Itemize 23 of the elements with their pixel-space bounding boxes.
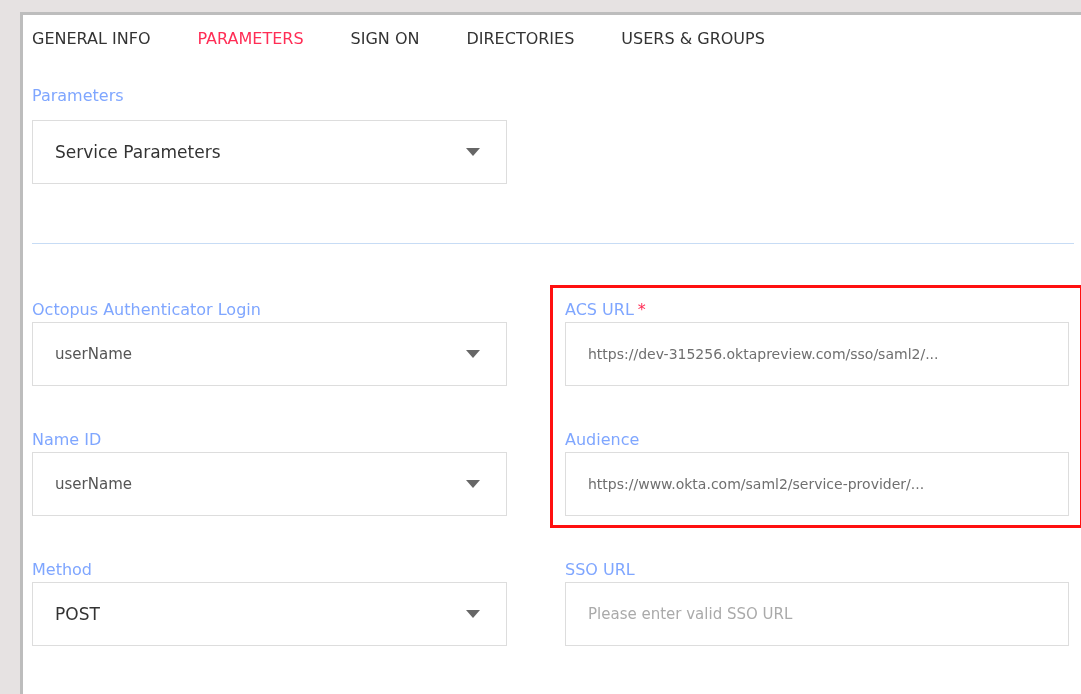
tab[interactable]: SIGN ON	[350, 25, 420, 51]
caret-icon	[466, 350, 480, 358]
tab[interactable]: PARAMETERS	[197, 25, 304, 51]
dropdown[interactable]: POST	[32, 582, 507, 646]
required-mark: *	[637, 300, 646, 321]
caret-icon	[466, 148, 480, 156]
tab[interactable]: DIRECTORIES	[466, 25, 575, 51]
caret-icon	[466, 610, 480, 618]
field-label: Parameters	[32, 86, 125, 107]
field-label: Method	[32, 560, 93, 581]
field-label: Name ID	[32, 430, 103, 451]
field-label: ACS URL	[565, 300, 634, 321]
dropdown[interactable]: userName	[32, 322, 507, 386]
field-label: Audience	[565, 430, 640, 451]
input-field[interactable]: https://www.okta.com/saml2/service-provider/...	[565, 452, 1069, 516]
tab[interactable]: GENERAL INFO	[32, 25, 151, 51]
input-field[interactable]: https://dev-315256.oktapreview.com/sso/saml2/...	[565, 322, 1069, 386]
field-label: Octopus Authenticator Login	[32, 300, 262, 321]
field-label: SSO URL	[565, 560, 636, 581]
dropdown[interactable]: userName	[32, 452, 507, 516]
tab[interactable]: USERS & GROUPS	[621, 25, 765, 51]
caret-icon	[466, 480, 480, 488]
parameters-dropdown[interactable]: Service Parameters	[32, 120, 507, 184]
